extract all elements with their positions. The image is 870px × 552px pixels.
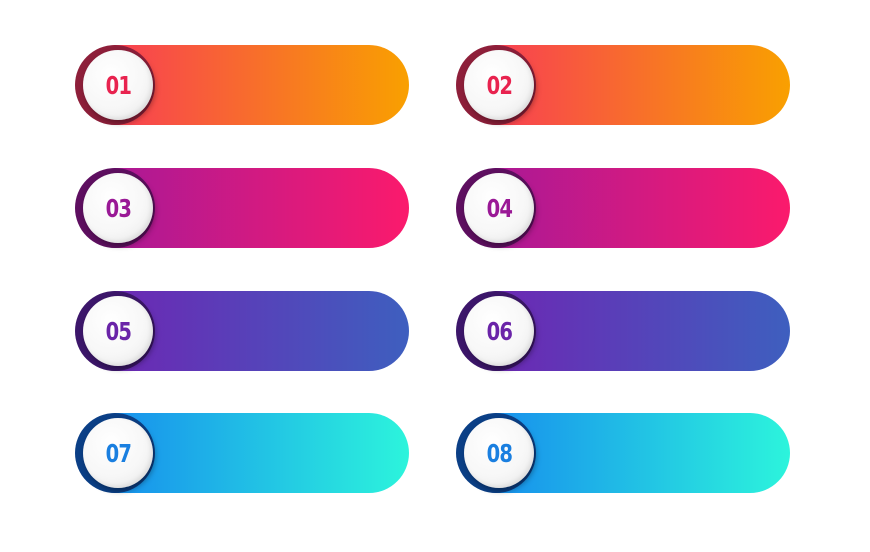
banner-item-02: 02 xyxy=(456,45,790,125)
banner-item-05: 05 xyxy=(75,291,409,371)
item-number: 03 xyxy=(105,193,131,223)
item-number: 06 xyxy=(486,316,512,346)
banner-item-08: 08 xyxy=(456,413,790,493)
number-badge: 07 xyxy=(83,418,153,488)
item-number: 01 xyxy=(105,70,131,100)
banner-item-04: 04 xyxy=(456,168,790,248)
number-badge: 04 xyxy=(464,173,534,243)
banner-item-01: 01 xyxy=(75,45,409,125)
item-number: 04 xyxy=(486,193,512,223)
number-badge: 05 xyxy=(83,296,153,366)
banner-item-06: 06 xyxy=(456,291,790,371)
number-badge: 01 xyxy=(83,50,153,120)
number-badge: 08 xyxy=(464,418,534,488)
number-badge: 03 xyxy=(83,173,153,243)
item-number: 02 xyxy=(486,70,512,100)
number-badge: 02 xyxy=(464,50,534,120)
numbered-banner-set: 01 02 03 04 05 06 07 08 xyxy=(0,0,870,552)
number-badge: 06 xyxy=(464,296,534,366)
banner-item-07: 07 xyxy=(75,413,409,493)
banner-item-03: 03 xyxy=(75,168,409,248)
item-number: 08 xyxy=(486,438,512,468)
item-number: 07 xyxy=(105,438,131,468)
item-number: 05 xyxy=(105,316,131,346)
